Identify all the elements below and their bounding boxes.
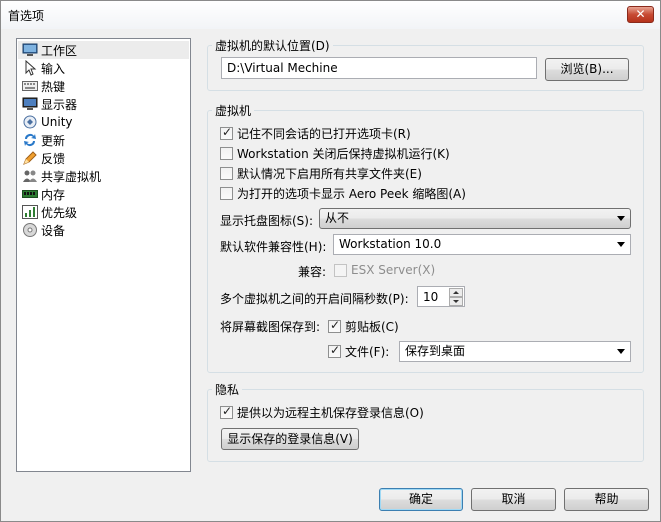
input-icon xyxy=(22,60,38,76)
privacy-title: 隐私 xyxy=(212,381,243,398)
spin-down-button[interactable] xyxy=(449,297,463,306)
hotkey-icon xyxy=(22,78,38,94)
sidebar-item-label: 优先级 xyxy=(41,205,78,220)
esx-option: ESX Server(X) xyxy=(334,263,435,277)
vm-group-title: 虚拟机 xyxy=(212,102,255,119)
clipboard-label: 剪贴板(C) xyxy=(345,320,399,334)
sidebar-item-input[interactable]: 输入 xyxy=(18,59,189,77)
display-icon xyxy=(22,96,38,112)
vm-location-input[interactable]: D:\Virtual Mechine xyxy=(221,57,537,79)
priority-icon xyxy=(22,204,38,220)
keep-running-option[interactable]: Workstation 关闭后保持虚拟机运行(K) xyxy=(220,145,450,162)
esx-label: ESX Server(X) xyxy=(351,263,436,277)
cancel-button[interactable]: 取消 xyxy=(471,488,556,511)
sidebar-item-label: 更新 xyxy=(41,133,66,148)
title-bar: 首选项 ✕ xyxy=(1,1,660,29)
memory-icon xyxy=(22,186,38,202)
help-button[interactable]: 帮助 xyxy=(564,488,649,511)
sidebar-item-priority[interactable]: 优先级 xyxy=(18,203,189,221)
shared-vm-icon xyxy=(22,168,38,184)
spin-up-button[interactable] xyxy=(449,288,463,297)
close-button[interactable]: ✕ xyxy=(627,6,654,23)
device-icon xyxy=(22,222,38,238)
shared-folders-checkbox[interactable] xyxy=(220,167,233,180)
sidebar-item-workspace[interactable]: 工作区 xyxy=(18,41,189,59)
compat-label: 默认软件兼容性(H): xyxy=(220,240,327,254)
preferences-window: 首选项 ✕ 工作区 输入 热键 显示器 Unity 更新 反馈 共享虚拟机 内存… xyxy=(0,0,661,522)
tray-icon-label: 显示托盘图标(S): xyxy=(220,214,314,228)
clipboard-option[interactable]: ✓ 剪贴板(C) xyxy=(328,318,399,335)
arrow-up-icon xyxy=(453,291,459,294)
compatible-label: 兼容: xyxy=(298,265,327,279)
file-checkbox[interactable]: ✓ xyxy=(328,343,341,358)
tray-icon-select[interactable]: 从不 xyxy=(319,208,631,229)
show-saved-login-button[interactable]: 显示保存的登录信息(V) xyxy=(221,428,359,450)
sidebar-item-shared-vm[interactable]: 共享虚拟机 xyxy=(18,167,189,185)
sidebar-item-feedback[interactable]: 反馈 xyxy=(18,149,189,167)
interval-value: 10 xyxy=(423,290,439,304)
keep-running-label: Workstation 关闭后保持虚拟机运行(K) xyxy=(237,147,450,161)
compat-value: Workstation 10.0 xyxy=(339,237,442,251)
remember-tabs-label: 记住不同会话的已打开选项卡(R) xyxy=(237,127,411,141)
interval-stepper[interactable]: 10 xyxy=(417,286,465,307)
ok-button[interactable]: 确定 xyxy=(379,488,463,511)
remote-login-label: 提供以为远程主机保存登录信息(O) xyxy=(237,406,424,420)
sidebar-item-device[interactable]: 设备 xyxy=(18,221,189,239)
chevron-down-icon xyxy=(617,216,625,221)
remote-login-checkbox[interactable]: ✓ xyxy=(220,404,233,419)
feedback-icon xyxy=(22,150,38,166)
esx-checkbox xyxy=(334,263,347,277)
close-icon: ✕ xyxy=(635,7,646,21)
tray-icon-value: 从不 xyxy=(325,211,350,225)
sidebar-item-label: 内存 xyxy=(41,187,66,202)
aero-peek-checkbox[interactable] xyxy=(220,187,233,200)
sidebar-item-label: 热键 xyxy=(41,79,66,94)
sidebar-item-unity[interactable]: Unity xyxy=(18,113,189,131)
privacy-group xyxy=(207,389,644,462)
chevron-down-icon xyxy=(617,349,625,354)
remote-login-option[interactable]: ✓ 提供以为远程主机保存登录信息(O) xyxy=(220,404,424,421)
unity-icon xyxy=(22,114,38,130)
browse-button[interactable]: 浏览(B)... xyxy=(545,58,629,81)
clipboard-checkbox[interactable]: ✓ xyxy=(328,318,341,333)
remember-tabs-option[interactable]: ✓ 记住不同会话的已打开选项卡(R) xyxy=(220,125,411,142)
sidebar-item-memory[interactable]: 内存 xyxy=(18,185,189,203)
aero-peek-option[interactable]: 为打开的选项卡显示 Aero Peek 缩略图(A) xyxy=(220,185,466,202)
sidebar-item-display[interactable]: 显示器 xyxy=(18,95,189,113)
file-label: 文件(F): xyxy=(345,345,390,359)
screenshot-label: 将屏幕截图保存到: xyxy=(220,320,321,334)
sidebar-item-label: 工作区 xyxy=(41,43,78,58)
keep-running-checkbox[interactable] xyxy=(220,147,233,160)
chevron-down-icon xyxy=(617,242,625,247)
file-location-select[interactable]: 保存到桌面 xyxy=(399,341,631,362)
remember-tabs-checkbox[interactable]: ✓ xyxy=(220,125,233,140)
sidebar-item-update[interactable]: 更新 xyxy=(18,131,189,149)
sidebar-item-label: 共享虚拟机 xyxy=(41,169,102,184)
update-icon xyxy=(22,132,38,148)
shared-folders-option[interactable]: 默认情况下启用所有共享文件夹(E) xyxy=(220,165,422,182)
sidebar-item-label: 设备 xyxy=(41,223,66,238)
file-location-value: 保存到桌面 xyxy=(405,344,466,358)
vm-location-title: 虚拟机的默认位置(D) xyxy=(212,37,333,54)
sidebar-item-label: 反馈 xyxy=(41,151,66,166)
aero-peek-label: 为打开的选项卡显示 Aero Peek 缩略图(A) xyxy=(237,187,466,201)
sidebar-item-label: 输入 xyxy=(41,61,66,76)
arrow-down-icon xyxy=(453,300,459,303)
file-option[interactable]: ✓ 文件(F): xyxy=(328,343,389,360)
sidebar-item-hotkey[interactable]: 热键 xyxy=(18,77,189,95)
sidebar-item-label: Unity xyxy=(41,115,73,129)
category-list: 工作区 输入 热键 显示器 Unity 更新 反馈 共享虚拟机 内存 优先级 设… xyxy=(16,38,191,472)
interval-label: 多个虚拟机之间的开启间隔秒数(P): xyxy=(220,292,409,306)
sidebar-item-label: 显示器 xyxy=(41,97,78,112)
workspace-icon xyxy=(22,42,38,58)
compat-select[interactable]: Workstation 10.0 xyxy=(333,234,631,255)
window-title: 首选项 xyxy=(8,9,45,23)
shared-folders-label: 默认情况下启用所有共享文件夹(E) xyxy=(237,167,422,181)
